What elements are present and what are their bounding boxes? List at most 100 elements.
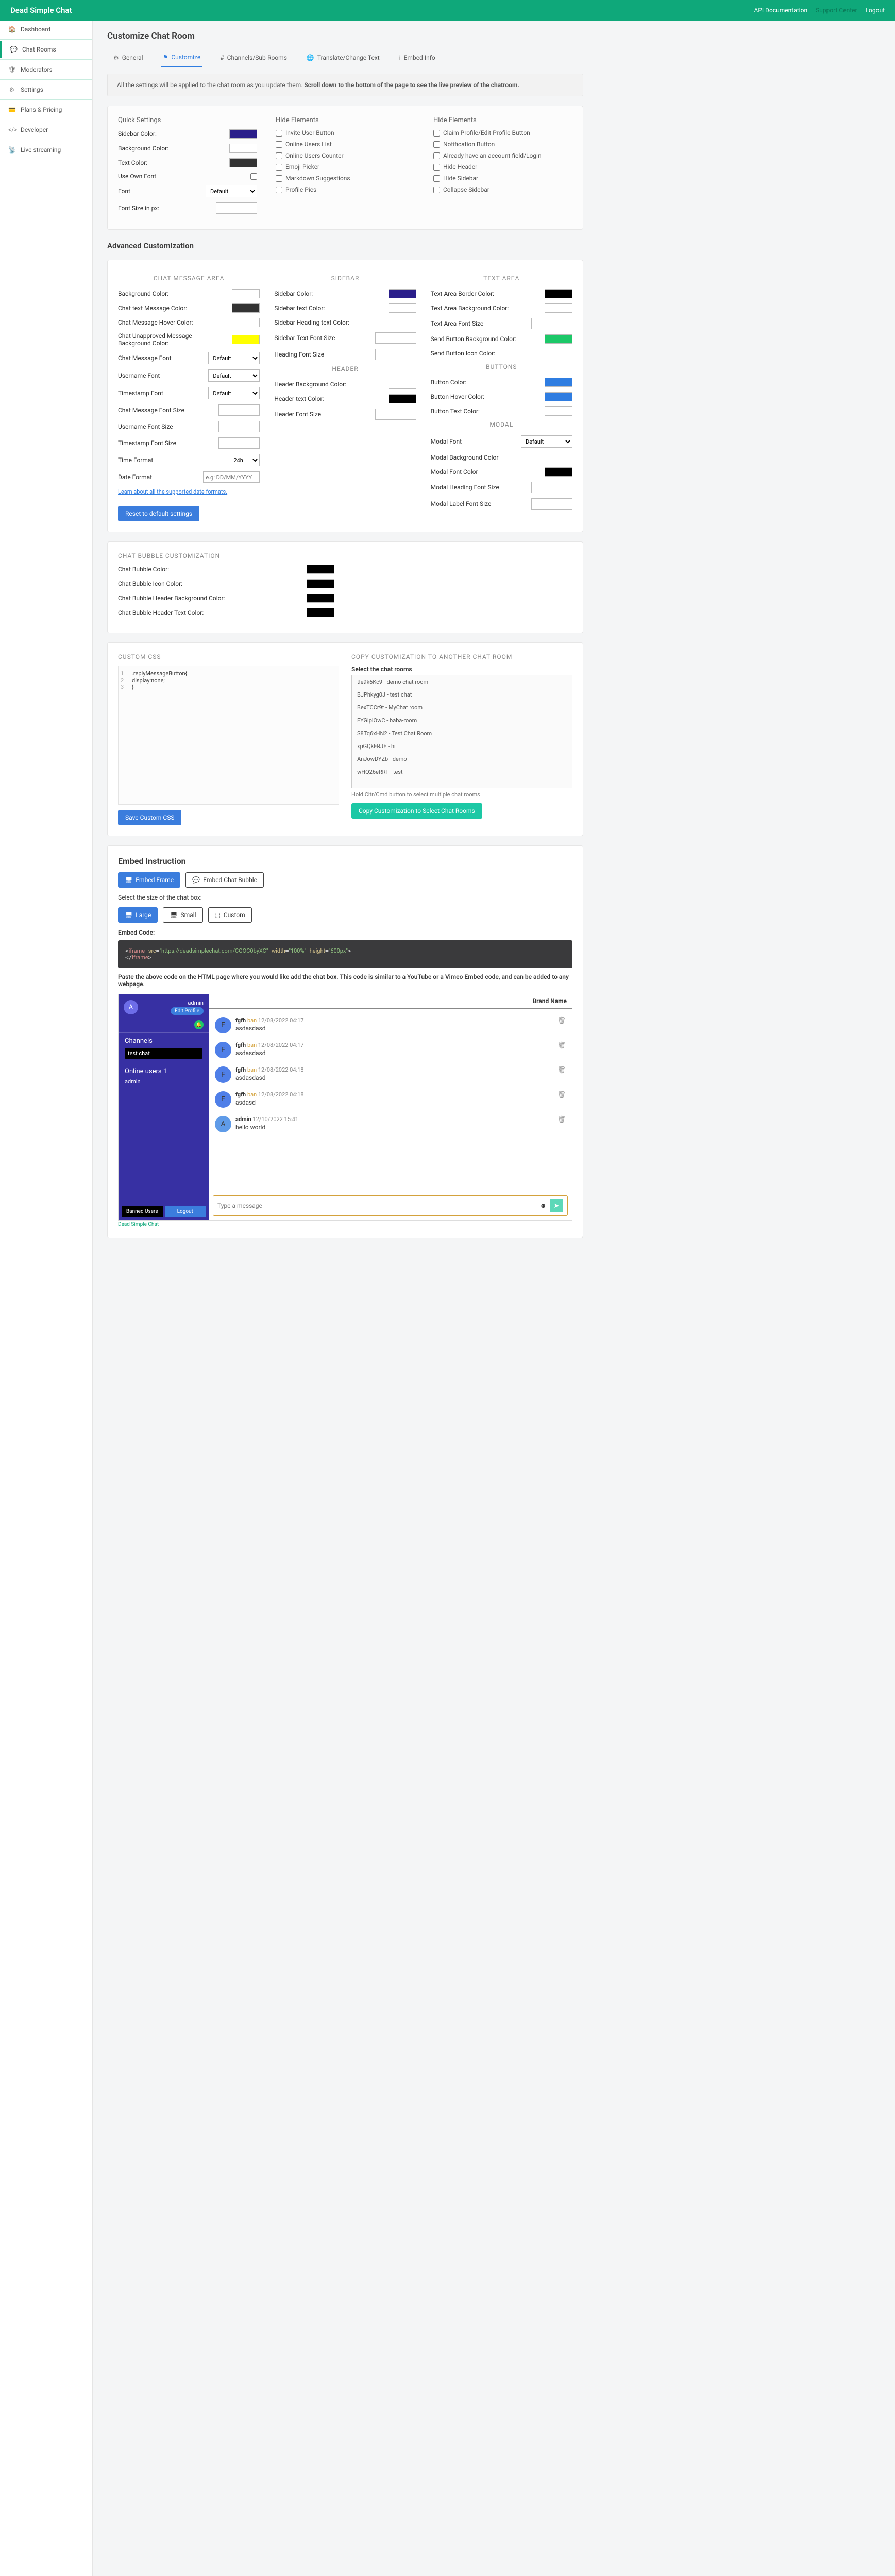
checkbox[interactable] xyxy=(433,152,440,159)
sidebar-color-swatch[interactable] xyxy=(229,129,257,139)
reset-defaults-button[interactable]: Reset to default settings xyxy=(118,506,199,521)
copy-custom-button[interactable]: Copy Customization to Select Chat Rooms xyxy=(351,803,482,819)
ts-font-select[interactable]: Default xyxy=(208,387,260,399)
delete-icon[interactable]: 🗑 xyxy=(557,1066,566,1074)
hide-option[interactable]: Profile Pics xyxy=(276,186,415,193)
checkbox[interactable] xyxy=(276,164,282,171)
font-size-input[interactable] xyxy=(216,202,257,214)
nav-developer[interactable]: </>Developer xyxy=(0,121,92,139)
room-option[interactable]: wHQ26eRRT - test xyxy=(352,766,572,778)
header-text-swatch[interactable] xyxy=(389,394,416,403)
checkbox[interactable] xyxy=(276,152,282,159)
css-editor[interactable]: 1.replyMessageButton{ 2 display:none; 3} xyxy=(118,666,339,805)
checkbox[interactable] xyxy=(433,164,440,171)
msg-size-input[interactable] xyxy=(218,404,260,416)
tab-customize[interactable]: ⚑Customize xyxy=(161,48,203,67)
embed-bubble-tab[interactable]: 💬Embed Chat Bubble xyxy=(185,872,264,888)
hide-option[interactable]: Claim Profile/Edit Profile Button xyxy=(433,129,572,137)
notify-icon[interactable]: 🔔 xyxy=(194,1020,204,1029)
send-bg-swatch[interactable] xyxy=(545,334,572,344)
checkbox[interactable] xyxy=(433,141,440,148)
modal-font-select[interactable]: Default xyxy=(521,435,572,448)
hide-option[interactable]: Online Users Counter xyxy=(276,152,415,159)
ts-size-input[interactable] xyxy=(218,437,260,449)
user-size-input[interactable] xyxy=(218,421,260,432)
sidebar-text-size-input[interactable] xyxy=(375,332,416,344)
modal-bg-swatch[interactable] xyxy=(545,453,572,462)
nav-live[interactable]: 📡Live streaming xyxy=(0,141,92,159)
tab-general[interactable]: ⚙General xyxy=(111,48,145,67)
checkbox[interactable] xyxy=(433,187,440,193)
btn-text-swatch[interactable] xyxy=(545,406,572,416)
ta-border-swatch[interactable] xyxy=(545,289,572,298)
checkbox[interactable] xyxy=(276,187,282,193)
banned-users-button[interactable]: Banned Users xyxy=(122,1206,163,1217)
hide-option[interactable]: Hide Header xyxy=(433,163,572,171)
checkbox[interactable] xyxy=(276,141,282,148)
modal-label-size-input[interactable] xyxy=(531,498,572,510)
text-color-swatch[interactable] xyxy=(229,158,257,167)
room-option[interactable]: BexTCCr9t - MyChat room xyxy=(352,701,572,714)
hide-option[interactable]: Invite User Button xyxy=(276,129,415,137)
hide-option[interactable]: Collapse Sidebar xyxy=(433,186,572,193)
bg-color-swatch[interactable] xyxy=(229,144,257,153)
nav-dashboard[interactable]: 🏠Dashboard xyxy=(0,21,92,38)
nav-moderators[interactable]: 🛡Moderators xyxy=(0,61,92,78)
checkbox[interactable] xyxy=(433,175,440,182)
sidebar-heading-swatch[interactable] xyxy=(389,318,416,327)
msg-font-select[interactable]: Default xyxy=(208,352,260,364)
time-fmt-select[interactable]: 24h xyxy=(229,454,260,466)
btn-color-swatch[interactable] xyxy=(545,378,572,387)
user-font-select[interactable]: Default xyxy=(208,369,260,382)
modal-color-swatch[interactable] xyxy=(545,467,572,477)
sidebar-text-swatch[interactable] xyxy=(389,303,416,313)
logout-link[interactable]: Logout xyxy=(866,7,885,14)
room-option[interactable]: AnJowDYZb - demo xyxy=(352,753,572,766)
header-bg-swatch[interactable] xyxy=(389,380,416,389)
room-option[interactable]: S8Tq6xHN2 - Test Chat Room xyxy=(352,727,572,740)
send-button[interactable]: ➤ xyxy=(550,1199,563,1212)
delete-icon[interactable]: 🗑 xyxy=(557,1042,566,1049)
room-list[interactable]: tIe9k6Kc9 - demo chat roomBJPhkyg0J - te… xyxy=(351,675,572,788)
chat-hover-swatch[interactable] xyxy=(232,318,260,327)
sidebar-color-swatch-adv[interactable] xyxy=(389,289,416,298)
tab-translate[interactable]: 🌐Translate/Change Text xyxy=(305,48,382,67)
embed-code[interactable]: <iframe src="https://deadsimplechat.com/… xyxy=(118,940,572,968)
hide-option[interactable]: Already have an account field/Login xyxy=(433,152,572,159)
size-large[interactable]: 🖥Large xyxy=(118,907,158,923)
tab-channels[interactable]: #Channels/Sub-Rooms xyxy=(218,48,289,67)
date-fmt-input[interactable] xyxy=(203,471,260,483)
bubble-icon-swatch[interactable] xyxy=(307,579,334,588)
edit-profile-button[interactable]: Edit Profile xyxy=(171,1007,204,1015)
chat-bg-swatch[interactable] xyxy=(232,289,260,298)
size-custom[interactable]: ⬚Custom xyxy=(208,907,252,923)
delete-icon[interactable]: 🗑 xyxy=(557,1116,566,1124)
checkbox[interactable] xyxy=(276,130,282,137)
room-option[interactable]: tIe9k6Kc9 - demo chat room xyxy=(352,675,572,688)
hide-option[interactable]: Markdown Suggestions xyxy=(276,175,415,182)
nav-settings[interactable]: ⚙Settings xyxy=(0,81,92,98)
preview-logout-button[interactable]: Logout xyxy=(165,1206,206,1217)
size-small[interactable]: 🖥Small xyxy=(163,907,202,923)
ta-bg-swatch[interactable] xyxy=(545,303,572,313)
embed-frame-tab[interactable]: 🖥Embed Frame xyxy=(118,872,180,888)
api-docs-link[interactable]: API Documentation xyxy=(754,7,808,14)
checkbox[interactable] xyxy=(433,130,440,137)
btn-hover-swatch[interactable] xyxy=(545,392,572,401)
ta-size-input[interactable] xyxy=(531,318,572,329)
room-option[interactable]: BJPhkyg0J - test chat xyxy=(352,688,572,701)
send-icon-swatch[interactable] xyxy=(545,349,572,358)
sidebar-head-size-input[interactable] xyxy=(375,349,416,360)
chat-text-swatch[interactable] xyxy=(232,303,260,313)
font-select[interactable]: Default xyxy=(206,185,257,197)
channel-item[interactable]: test chat xyxy=(125,1048,202,1059)
tab-embed[interactable]: iEmbed Info xyxy=(397,48,437,67)
emoji-icon[interactable]: ☻ xyxy=(539,1201,547,1210)
chat-unapproved-swatch[interactable] xyxy=(232,335,260,344)
date-formats-link[interactable]: Learn about all the supported date forma… xyxy=(118,488,227,495)
header-size-input[interactable] xyxy=(375,409,416,420)
bubble-header-text-swatch[interactable] xyxy=(307,608,334,617)
own-font-checkbox[interactable] xyxy=(250,173,257,180)
hide-option[interactable]: Hide Sidebar xyxy=(433,175,572,182)
save-css-button[interactable]: Save Custom CSS xyxy=(118,810,181,825)
